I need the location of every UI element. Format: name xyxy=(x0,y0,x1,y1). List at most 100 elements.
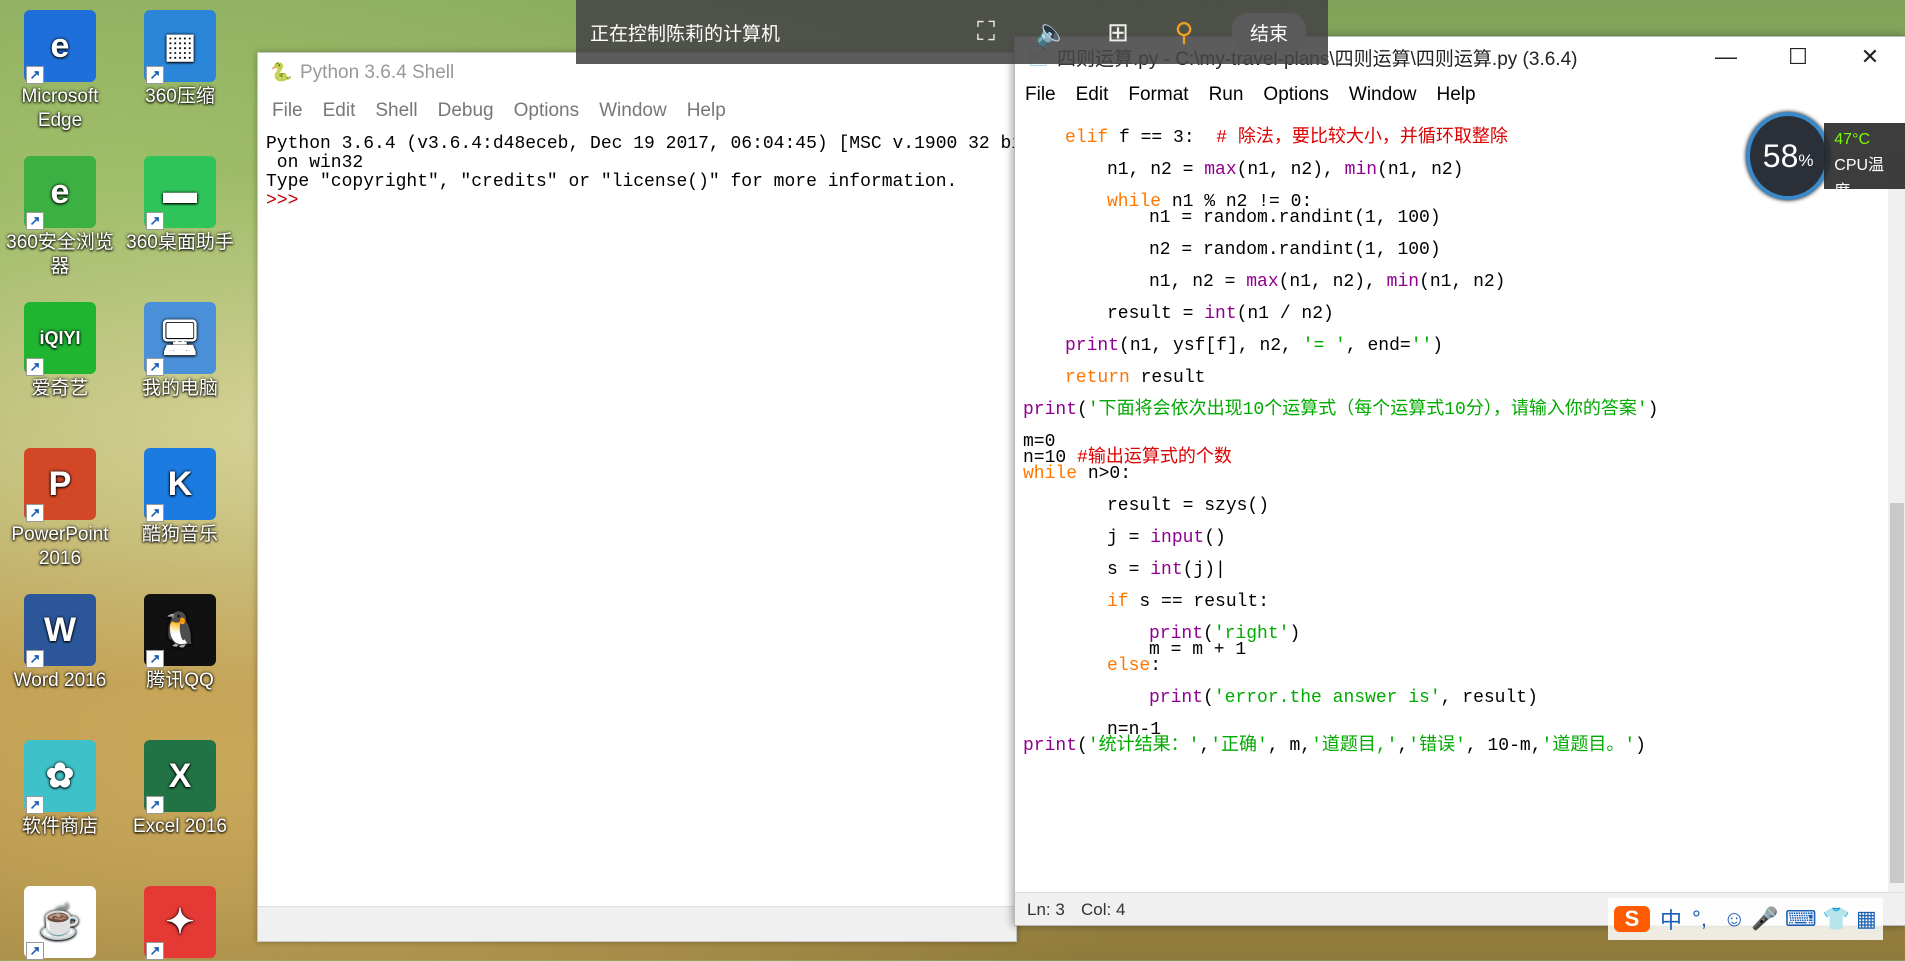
code-token: f == 3: xyxy=(1108,128,1217,148)
code-token: ) xyxy=(1647,400,1659,420)
code-line: if s == result: xyxy=(1107,592,1269,612)
desktop-icon[interactable]: K ↗ 酷狗音乐 xyxy=(122,448,238,547)
desktop-icon[interactable]: ✿ ↗ 软件商店 xyxy=(2,740,118,839)
menu-run[interactable]: Run xyxy=(1209,84,1244,106)
minimize-button[interactable]: — xyxy=(1690,44,1762,70)
shell-line: on win32 xyxy=(266,153,364,173)
code-token: input xyxy=(1150,528,1205,548)
shortcut-arrow-icon: ↗ xyxy=(146,66,164,84)
pin-icon[interactable]: ⚲ xyxy=(1154,12,1214,52)
scrollbar-thumb[interactable] xyxy=(1890,503,1904,883)
shortcut-arrow-icon: ↗ xyxy=(146,650,164,668)
code-token: result = xyxy=(1107,304,1205,324)
code-token: (n1 / n2) xyxy=(1236,304,1334,324)
code-token: '道题目。' xyxy=(1541,736,1636,756)
editor-scrollbar[interactable] xyxy=(1888,157,1905,917)
desktop-icon[interactable]: 🐧 ↗ 腾讯QQ xyxy=(122,594,238,693)
code-line: elif f == 3: # 除法，要比较大小，并循环取整除 xyxy=(1065,128,1508,148)
desktop-icon[interactable]: 🖥 ↗ 我的电脑 xyxy=(122,302,238,401)
remote-control-title: 正在控制陈莉的计算机 xyxy=(590,23,781,45)
menu-edit[interactable]: Edit xyxy=(1076,84,1109,106)
archive-icon: ▦ ↗ xyxy=(144,10,216,84)
sogou-logo-icon[interactable]: S xyxy=(1614,906,1650,932)
desktop-icon[interactable]: ✦ ↗ xyxy=(122,886,238,961)
ime-toolbar[interactable]: S 中 °, ☺ 🎤 ⌨ 👕 ▦ xyxy=(1608,898,1883,940)
code-token: (n1, n2) xyxy=(1377,160,1464,180)
menu-help[interactable]: Help xyxy=(1436,84,1475,106)
code-token: , result) xyxy=(1440,688,1538,708)
menu-help[interactable]: Help xyxy=(687,100,726,122)
code-token: if xyxy=(1107,592,1129,612)
menu-window[interactable]: Window xyxy=(1349,84,1417,106)
menu-window[interactable]: Window xyxy=(599,100,667,122)
ime-tool-icon[interactable]: ☺ xyxy=(1723,906,1745,931)
fullscreen-icon[interactable]: ⛶ xyxy=(956,12,1016,52)
code-token: , xyxy=(1199,736,1211,756)
desktop-icon-label: 软件商店 xyxy=(21,816,98,837)
close-button[interactable]: ✕ xyxy=(1834,44,1905,70)
code-token: ( xyxy=(1203,688,1214,708)
desktop-icon[interactable]: e ↗ Microsoft Edge xyxy=(2,10,118,133)
code-token: '下面将会依次出现10个运算式（每个运算式10分），请输入你的答案' xyxy=(1087,400,1648,420)
menu-format[interactable]: Format xyxy=(1128,84,1188,106)
code-token: ) xyxy=(1432,336,1444,356)
desktop-icon[interactable]: ▬ ↗ 360桌面助手 xyxy=(122,156,238,255)
desktop-icon-label: Excel 2016 xyxy=(132,816,227,837)
code-token: return xyxy=(1065,368,1130,388)
ime-language[interactable]: 中 xyxy=(1660,903,1682,935)
ime-tool-icon[interactable]: ⌨ xyxy=(1785,906,1817,931)
code-token: print xyxy=(1065,336,1120,356)
menu-options[interactable]: Options xyxy=(514,100,579,122)
code-token: : xyxy=(1150,656,1162,676)
code-token: s == result: xyxy=(1128,592,1270,612)
ime-tool-icon[interactable]: ▦ xyxy=(1856,906,1877,931)
desktop-icon[interactable]: W ↗ Word 2016 xyxy=(2,594,118,693)
code-token: m = m + 1 xyxy=(1149,640,1247,660)
python-shell-window[interactable]: 🐍 Python 3.6.4 Shell File Edit Shell Debug O… xyxy=(257,52,1033,942)
menu-debug[interactable]: Debug xyxy=(438,100,494,122)
shell-menubar: File Edit Shell Debug Options Window Help xyxy=(258,93,1016,129)
shell-output[interactable]: Python 3.6.4 (v3.6.4:d48eceb, Dec 19 201… xyxy=(258,129,1033,217)
desktop-icon[interactable]: X ↗ Excel 2016 xyxy=(122,740,238,839)
code-token: (n1, ysf[f], n2, xyxy=(1119,336,1303,356)
menu-file[interactable]: File xyxy=(272,100,303,122)
code-token: n2 = random.randint(1, 100) xyxy=(1149,240,1441,260)
shell-line: Python 3.6.4 (v3.6.4:d48eceb, Dec 19 201… xyxy=(266,134,1033,154)
code-token: (n1, n2), xyxy=(1278,272,1387,292)
ime-tool-icon[interactable]: 👕 xyxy=(1823,906,1850,931)
menu-file[interactable]: File xyxy=(1025,84,1056,106)
menu-shell[interactable]: Shell xyxy=(375,100,417,122)
code-token: '' xyxy=(1410,336,1433,356)
code-line: else: xyxy=(1107,656,1161,676)
maximize-button[interactable]: ☐ xyxy=(1762,44,1834,70)
desktop-icon[interactable]: ▦ ↗ 360压缩 xyxy=(122,10,238,109)
end-control-button[interactable]: 结束 xyxy=(1232,12,1307,52)
cpu-widget[interactable]: 58% 47°C CPU温度 xyxy=(1746,112,1905,200)
ime-tool-icon[interactable]: 🎤 xyxy=(1751,906,1778,931)
shell-line: Type "copyright", "credits" or "license(… xyxy=(266,172,958,192)
code-token: while xyxy=(1023,464,1078,484)
code-token: print xyxy=(1023,400,1078,420)
code-token: ) xyxy=(1635,736,1646,756)
desktop-icon[interactable]: P ↗ PowerPoint 2016 xyxy=(2,448,118,571)
cpu-usage-unit: % xyxy=(1798,151,1814,170)
shortcut-arrow-icon: ↗ xyxy=(26,212,44,230)
ime-punctuation[interactable]: °, xyxy=(1692,906,1707,932)
excel-icon: X ↗ xyxy=(144,740,216,814)
shortcut-arrow-icon: ↗ xyxy=(26,942,44,960)
desktop-icon[interactable]: ☕ ↗ xyxy=(2,886,118,961)
menu-options[interactable]: Options xyxy=(1263,84,1328,106)
desktop-icon[interactable]: iQIYI ↗ 爱奇艺 xyxy=(2,302,118,401)
cpu-usage-gauge[interactable]: 58% xyxy=(1746,112,1831,200)
edge-icon: e ↗ xyxy=(24,10,96,84)
volume-icon[interactable]: 🔈 xyxy=(1022,12,1082,52)
code-token: print xyxy=(1149,688,1204,708)
cpu-temp-panel: 47°C CPU温度 xyxy=(1824,123,1905,200)
code-area[interactable]: elif f == 3: # 除法，要比较大小，并循环取整除 n1, n2 = m… xyxy=(1015,113,1905,869)
code-token: (n1, n2), xyxy=(1236,160,1345,180)
desktop-icon[interactable]: e ↗ 360安全浏览 器 xyxy=(2,156,118,279)
code-line: result = szys() xyxy=(1107,496,1269,516)
add-window-icon[interactable]: ⊞ xyxy=(1088,12,1148,52)
menu-edit[interactable]: Edit xyxy=(323,100,356,122)
code-token: print xyxy=(1023,736,1078,756)
